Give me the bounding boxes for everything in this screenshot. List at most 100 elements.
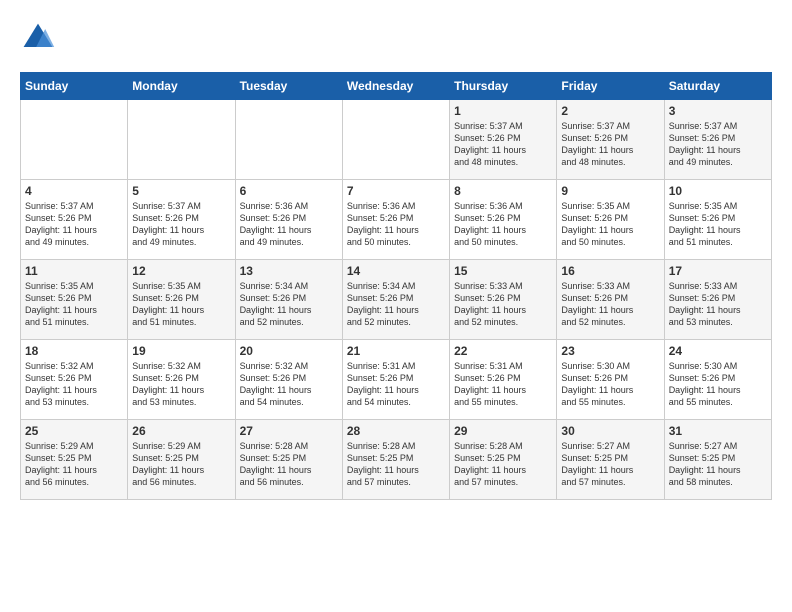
day-info: Sunrise: 5:37 AM Sunset: 5:26 PM Dayligh… (25, 200, 123, 249)
week-row-1: 1 Sunrise: 5:37 AM Sunset: 5:26 PM Daylig… (21, 100, 772, 180)
logo-icon (20, 20, 56, 56)
calendar-cell: 25 Sunrise: 5:29 AM Sunset: 5:25 PM Dayli… (21, 420, 128, 500)
calendar-cell: 26Sunrise: 5:29 AM Sunset: 5:25 PM Dayli… (128, 420, 235, 500)
day-info: Sunrise: 5:37 AM Sunset: 5:26 PM Dayligh… (561, 120, 659, 169)
calendar-cell (128, 100, 235, 180)
day-number: 20 (240, 344, 338, 358)
day-info: Sunrise: 5:29 AM Sunset: 5:25 PM Dayligh… (25, 440, 123, 489)
day-info: Sunrise: 5:31 AM Sunset: 5:26 PM Dayligh… (347, 360, 445, 409)
day-info: Sunrise: 5:33 AM Sunset: 5:26 PM Dayligh… (669, 280, 767, 329)
day-info: Sunrise: 5:33 AM Sunset: 5:26 PM Dayligh… (454, 280, 552, 329)
day-number: 15 (454, 264, 552, 278)
calendar-cell (235, 100, 342, 180)
day-number: 11 (25, 264, 123, 278)
day-number: 12 (132, 264, 230, 278)
day-info: Sunrise: 5:35 AM Sunset: 5:26 PM Dayligh… (669, 200, 767, 249)
calendar-cell: 16Sunrise: 5:33 AM Sunset: 5:26 PM Dayli… (557, 260, 664, 340)
calendar-cell: 22 Sunrise: 5:31 AM Sunset: 5:26 PM Dayli… (450, 340, 557, 420)
day-info: Sunrise: 5:35 AM Sunset: 5:26 PM Dayligh… (25, 280, 123, 329)
calendar-cell: 29 Sunrise: 5:28 AM Sunset: 5:25 PM Dayli… (450, 420, 557, 500)
calendar-cell: 13 Sunrise: 5:34 AM Sunset: 5:26 PM Dayli… (235, 260, 342, 340)
day-number: 23 (561, 344, 659, 358)
day-number: 28 (347, 424, 445, 438)
calendar-cell: 9 Sunrise: 5:35 AM Sunset: 5:26 PM Daylig… (557, 180, 664, 260)
weekday-header-sunday: Sunday (21, 73, 128, 100)
calendar-cell: 8 Sunrise: 5:36 AM Sunset: 5:26 PM Daylig… (450, 180, 557, 260)
day-number: 1 (454, 104, 552, 118)
header (20, 20, 772, 56)
calendar-cell: 2 Sunrise: 5:37 AM Sunset: 5:26 PM Daylig… (557, 100, 664, 180)
calendar-cell: 21 Sunrise: 5:31 AM Sunset: 5:26 PM Dayli… (342, 340, 449, 420)
day-info: Sunrise: 5:36 AM Sunset: 5:26 PM Dayligh… (454, 200, 552, 249)
day-number: 29 (454, 424, 552, 438)
day-info: Sunrise: 5:28 AM Sunset: 5:25 PM Dayligh… (454, 440, 552, 489)
page: SundayMondayTuesdayWednesdayThursdayFrid… (0, 0, 792, 510)
day-number: 31 (669, 424, 767, 438)
day-info: Sunrise: 5:32 AM Sunset: 5:26 PM Dayligh… (240, 360, 338, 409)
day-number: 30 (561, 424, 659, 438)
weekday-header-wednesday: Wednesday (342, 73, 449, 100)
calendar-cell: 27Sunrise: 5:28 AM Sunset: 5:25 PM Dayli… (235, 420, 342, 500)
day-number: 22 (454, 344, 552, 358)
calendar-cell: 5Sunrise: 5:37 AM Sunset: 5:26 PM Daylig… (128, 180, 235, 260)
day-info: Sunrise: 5:36 AM Sunset: 5:26 PM Dayligh… (347, 200, 445, 249)
calendar-cell: 14 Sunrise: 5:34 AM Sunset: 5:26 PM Dayli… (342, 260, 449, 340)
day-info: Sunrise: 5:32 AM Sunset: 5:26 PM Dayligh… (25, 360, 123, 409)
day-number: 24 (669, 344, 767, 358)
calendar-cell: 15 Sunrise: 5:33 AM Sunset: 5:26 PM Dayli… (450, 260, 557, 340)
calendar-cell: 19Sunrise: 5:32 AM Sunset: 5:26 PM Dayli… (128, 340, 235, 420)
day-info: Sunrise: 5:28 AM Sunset: 5:25 PM Dayligh… (240, 440, 338, 489)
day-info: Sunrise: 5:30 AM Sunset: 5:26 PM Dayligh… (561, 360, 659, 409)
day-info: Sunrise: 5:30 AM Sunset: 5:26 PM Dayligh… (669, 360, 767, 409)
day-info: Sunrise: 5:37 AM Sunset: 5:26 PM Dayligh… (454, 120, 552, 169)
calendar-cell: 7Sunrise: 5:36 AM Sunset: 5:26 PM Daylig… (342, 180, 449, 260)
week-row-2: 4 Sunrise: 5:37 AM Sunset: 5:26 PM Daylig… (21, 180, 772, 260)
calendar-header-row: SundayMondayTuesdayWednesdayThursdayFrid… (21, 73, 772, 100)
calendar-cell: 6 Sunrise: 5:36 AM Sunset: 5:26 PM Daylig… (235, 180, 342, 260)
calendar-cell (21, 100, 128, 180)
day-number: 25 (25, 424, 123, 438)
calendar-cell: 24 Sunrise: 5:30 AM Sunset: 5:26 PM Dayli… (664, 340, 771, 420)
day-info: Sunrise: 5:35 AM Sunset: 5:26 PM Dayligh… (561, 200, 659, 249)
calendar-cell (342, 100, 449, 180)
day-info: Sunrise: 5:28 AM Sunset: 5:25 PM Dayligh… (347, 440, 445, 489)
day-info: Sunrise: 5:34 AM Sunset: 5:26 PM Dayligh… (347, 280, 445, 329)
calendar-cell: 31Sunrise: 5:27 AM Sunset: 5:25 PM Dayli… (664, 420, 771, 500)
calendar-cell: 3 Sunrise: 5:37 AM Sunset: 5:26 PM Daylig… (664, 100, 771, 180)
day-info: Sunrise: 5:35 AM Sunset: 5:26 PM Dayligh… (132, 280, 230, 329)
day-number: 19 (132, 344, 230, 358)
day-number: 9 (561, 184, 659, 198)
day-info: Sunrise: 5:37 AM Sunset: 5:26 PM Dayligh… (669, 120, 767, 169)
day-number: 17 (669, 264, 767, 278)
calendar-cell: 1 Sunrise: 5:37 AM Sunset: 5:26 PM Daylig… (450, 100, 557, 180)
day-number: 18 (25, 344, 123, 358)
day-number: 3 (669, 104, 767, 118)
calendar-cell: 10Sunrise: 5:35 AM Sunset: 5:26 PM Dayli… (664, 180, 771, 260)
calendar-cell: 18 Sunrise: 5:32 AM Sunset: 5:26 PM Dayli… (21, 340, 128, 420)
day-info: Sunrise: 5:36 AM Sunset: 5:26 PM Dayligh… (240, 200, 338, 249)
weekday-header-saturday: Saturday (664, 73, 771, 100)
calendar-table: SundayMondayTuesdayWednesdayThursdayFrid… (20, 72, 772, 500)
day-number: 2 (561, 104, 659, 118)
calendar-cell: 28 Sunrise: 5:28 AM Sunset: 5:25 PM Dayli… (342, 420, 449, 500)
logo (20, 20, 60, 56)
calendar-cell: 30 Sunrise: 5:27 AM Sunset: 5:25 PM Dayli… (557, 420, 664, 500)
day-number: 26 (132, 424, 230, 438)
day-info: Sunrise: 5:33 AM Sunset: 5:26 PM Dayligh… (561, 280, 659, 329)
day-info: Sunrise: 5:31 AM Sunset: 5:26 PM Dayligh… (454, 360, 552, 409)
day-info: Sunrise: 5:34 AM Sunset: 5:26 PM Dayligh… (240, 280, 338, 329)
calendar-cell: 12 Sunrise: 5:35 AM Sunset: 5:26 PM Dayli… (128, 260, 235, 340)
day-info: Sunrise: 5:27 AM Sunset: 5:25 PM Dayligh… (561, 440, 659, 489)
day-number: 14 (347, 264, 445, 278)
day-number: 4 (25, 184, 123, 198)
weekday-header-thursday: Thursday (450, 73, 557, 100)
weekday-header-friday: Friday (557, 73, 664, 100)
weekday-header-monday: Monday (128, 73, 235, 100)
week-row-4: 18 Sunrise: 5:32 AM Sunset: 5:26 PM Dayli… (21, 340, 772, 420)
day-info: Sunrise: 5:37 AM Sunset: 5:26 PM Dayligh… (132, 200, 230, 249)
day-number: 8 (454, 184, 552, 198)
calendar-cell: 17 Sunrise: 5:33 AM Sunset: 5:26 PM Dayli… (664, 260, 771, 340)
day-number: 6 (240, 184, 338, 198)
day-number: 21 (347, 344, 445, 358)
day-number: 13 (240, 264, 338, 278)
